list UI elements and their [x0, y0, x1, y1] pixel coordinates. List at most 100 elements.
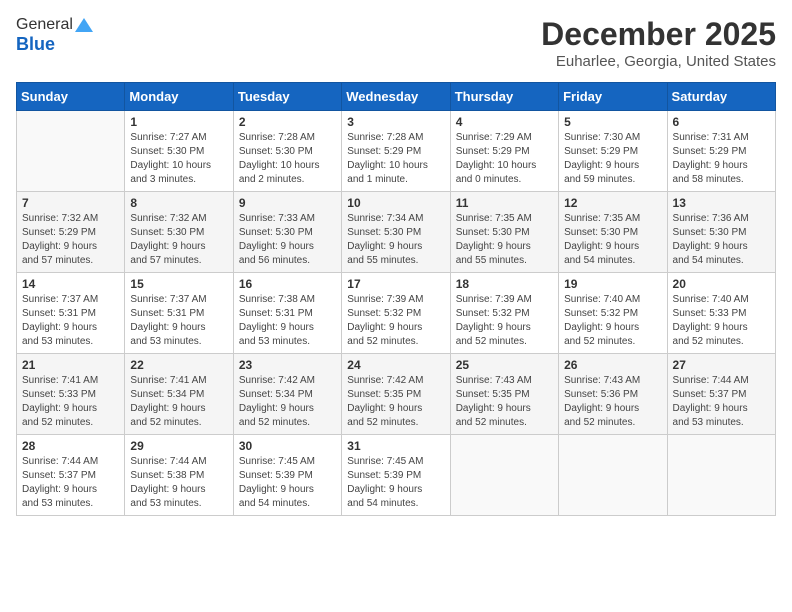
- day-info: Sunrise: 7:37 AMSunset: 5:31 PMDaylight:…: [22, 293, 119, 349]
- calendar-day-cell: 31 Sunrise: 7:45 AMSunset: 5:39 PMDayligh…: [342, 435, 450, 516]
- calendar-day-cell: 17Sunrise: 7:39 AMSunset: 5:32 PMDayligh…: [342, 273, 450, 354]
- calendar-day-cell: 22 Sunrise: 7:41 AMSunset: 5:34 PMDayligh…: [125, 354, 233, 435]
- calendar-day-cell: 20 Sunrise: 7:40 AMSunset: 5:33 PMDayligh…: [667, 273, 775, 354]
- day-number: 22: [130, 358, 227, 372]
- day-number: 27: [673, 358, 770, 372]
- logo: General Blue: [16, 16, 93, 55]
- day-info: Sunrise: 7:30 AMSunset: 5:29 PMDaylight:…: [564, 131, 661, 187]
- day-number: 23: [239, 358, 336, 372]
- calendar-day-cell: [667, 435, 775, 516]
- day-info: Sunrise: 7:33 AMSunset: 5:30 PMDaylight:…: [239, 212, 336, 268]
- day-info: Sunrise: 7:37 AMSunset: 5:31 PMDaylight:…: [130, 293, 227, 349]
- day-number: 20: [673, 277, 770, 291]
- day-number: 16: [239, 277, 336, 291]
- day-info: Sunrise: 7:28 AMSunset: 5:30 PMDaylight:…: [239, 131, 336, 187]
- calendar-header-row: SundayMondayTuesdayWednesdayThursdayFrid…: [17, 83, 776, 111]
- calendar-day-cell: 14 Sunrise: 7:37 AMSunset: 5:31 PMDayligh…: [17, 273, 125, 354]
- day-number: 18: [456, 277, 553, 291]
- calendar-day-cell: 6Sunrise: 7:31 AMSunset: 5:29 PMDaylight…: [667, 111, 775, 192]
- calendar-header-thursday: Thursday: [450, 83, 558, 111]
- day-number: 30: [239, 439, 336, 453]
- day-number: 15: [130, 277, 227, 291]
- calendar-header-saturday: Saturday: [667, 83, 775, 111]
- day-number: 17: [347, 277, 444, 291]
- day-number: 7: [22, 196, 119, 210]
- calendar-day-cell: 18 Sunrise: 7:39 AMSunset: 5:32 PMDayligh…: [450, 273, 558, 354]
- day-number: 2: [239, 115, 336, 129]
- calendar-day-cell: 21Sunrise: 7:41 AMSunset: 5:33 PMDayligh…: [17, 354, 125, 435]
- day-number: 3: [347, 115, 444, 129]
- day-info: Sunrise: 7:42 AMSunset: 5:35 PMDaylight:…: [347, 374, 444, 430]
- day-number: 1: [130, 115, 227, 129]
- calendar-day-cell: 13 Sunrise: 7:36 AMSunset: 5:30 PMDayligh…: [667, 192, 775, 273]
- logo-blue-text: Blue: [16, 34, 55, 55]
- location: Euharlee, Georgia, United States: [541, 53, 776, 70]
- day-info: Sunrise: 7:44 AMSunset: 5:38 PMDaylight:…: [130, 455, 227, 511]
- calendar-header-tuesday: Tuesday: [233, 83, 341, 111]
- calendar-header-monday: Monday: [125, 83, 233, 111]
- day-info: Sunrise: 7:35 AMSunset: 5:30 PMDaylight:…: [456, 212, 553, 268]
- day-number: 13: [673, 196, 770, 210]
- header: General Blue December 2025 Euharlee, Geo…: [16, 16, 776, 70]
- day-info: Sunrise: 7:44 AMSunset: 5:37 PMDaylight:…: [673, 374, 770, 430]
- calendar-day-cell: 8 Sunrise: 7:32 AMSunset: 5:30 PMDaylight…: [125, 192, 233, 273]
- calendar-day-cell: 3 Sunrise: 7:28 AMSunset: 5:29 PMDaylight…: [342, 111, 450, 192]
- day-info: Sunrise: 7:35 AMSunset: 5:30 PMDaylight:…: [564, 212, 661, 268]
- day-info: Sunrise: 7:45 AMSunset: 5:39 PMDaylight:…: [347, 455, 444, 511]
- day-info: Sunrise: 7:44 AMSunset: 5:37 PMDaylight:…: [22, 455, 119, 511]
- calendar-day-cell: 19Sunrise: 7:40 AMSunset: 5:32 PMDayligh…: [559, 273, 667, 354]
- calendar-day-cell: 23 Sunrise: 7:42 AMSunset: 5:34 PMDayligh…: [233, 354, 341, 435]
- calendar-week-row: 28 Sunrise: 7:44 AMSunset: 5:37 PMDayligh…: [17, 435, 776, 516]
- day-number: 28: [22, 439, 119, 453]
- day-number: 9: [239, 196, 336, 210]
- calendar-day-cell: 10 Sunrise: 7:34 AMSunset: 5:30 PMDayligh…: [342, 192, 450, 273]
- calendar-day-cell: 27 Sunrise: 7:44 AMSunset: 5:37 PMDayligh…: [667, 354, 775, 435]
- calendar-day-cell: 28 Sunrise: 7:44 AMSunset: 5:37 PMDayligh…: [17, 435, 125, 516]
- calendar-day-cell: 12 Sunrise: 7:35 AMSunset: 5:30 PMDayligh…: [559, 192, 667, 273]
- day-info: Sunrise: 7:41 AMSunset: 5:33 PMDaylight:…: [22, 374, 119, 430]
- day-info: Sunrise: 7:41 AMSunset: 5:34 PMDaylight:…: [130, 374, 227, 430]
- calendar-week-row: 14 Sunrise: 7:37 AMSunset: 5:31 PMDayligh…: [17, 273, 776, 354]
- logo-arrow-icon: [75, 18, 93, 32]
- day-info: Sunrise: 7:39 AMSunset: 5:32 PMDaylight:…: [456, 293, 553, 349]
- day-number: 24: [347, 358, 444, 372]
- day-info: Sunrise: 7:29 AMSunset: 5:29 PMDaylight:…: [456, 131, 553, 187]
- calendar-day-cell: 9 Sunrise: 7:33 AMSunset: 5:30 PMDaylight…: [233, 192, 341, 273]
- day-number: 14: [22, 277, 119, 291]
- calendar-day-cell: 29Sunrise: 7:44 AMSunset: 5:38 PMDayligh…: [125, 435, 233, 516]
- calendar-header-wednesday: Wednesday: [342, 83, 450, 111]
- calendar: SundayMondayTuesdayWednesdayThursdayFrid…: [16, 82, 776, 516]
- day-info: Sunrise: 7:27 AMSunset: 5:30 PMDaylight:…: [130, 131, 227, 187]
- day-number: 8: [130, 196, 227, 210]
- day-info: Sunrise: 7:43 AMSunset: 5:36 PMDaylight:…: [564, 374, 661, 430]
- day-number: 4: [456, 115, 553, 129]
- day-number: 12: [564, 196, 661, 210]
- calendar-day-cell: [559, 435, 667, 516]
- calendar-day-cell: 26 Sunrise: 7:43 AMSunset: 5:36 PMDayligh…: [559, 354, 667, 435]
- day-info: Sunrise: 7:38 AMSunset: 5:31 PMDaylight:…: [239, 293, 336, 349]
- month-title: December 2025: [541, 16, 776, 53]
- day-info: Sunrise: 7:40 AMSunset: 5:32 PMDaylight:…: [564, 293, 661, 349]
- day-number: 11: [456, 196, 553, 210]
- calendar-header-sunday: Sunday: [17, 83, 125, 111]
- calendar-day-cell: 24 Sunrise: 7:42 AMSunset: 5:35 PMDayligh…: [342, 354, 450, 435]
- day-info: Sunrise: 7:32 AMSunset: 5:29 PMDaylight:…: [22, 212, 119, 268]
- calendar-day-cell: [450, 435, 558, 516]
- day-info: Sunrise: 7:34 AMSunset: 5:30 PMDaylight:…: [347, 212, 444, 268]
- day-number: 10: [347, 196, 444, 210]
- day-number: 31: [347, 439, 444, 453]
- calendar-day-cell: 11 Sunrise: 7:35 AMSunset: 5:30 PMDayligh…: [450, 192, 558, 273]
- day-info: Sunrise: 7:43 AMSunset: 5:35 PMDaylight:…: [456, 374, 553, 430]
- day-info: Sunrise: 7:42 AMSunset: 5:34 PMDaylight:…: [239, 374, 336, 430]
- logo-general-text: General: [16, 16, 73, 34]
- calendar-week-row: 7 Sunrise: 7:32 AMSunset: 5:29 PMDaylight…: [17, 192, 776, 273]
- day-info: Sunrise: 7:36 AMSunset: 5:30 PMDaylight:…: [673, 212, 770, 268]
- calendar-day-cell: 2 Sunrise: 7:28 AMSunset: 5:30 PMDaylight…: [233, 111, 341, 192]
- calendar-day-cell: 5Sunrise: 7:30 AMSunset: 5:29 PMDaylight…: [559, 111, 667, 192]
- day-number: 26: [564, 358, 661, 372]
- day-number: 6: [673, 115, 770, 129]
- calendar-day-cell: 15 Sunrise: 7:37 AMSunset: 5:31 PMDayligh…: [125, 273, 233, 354]
- day-info: Sunrise: 7:32 AMSunset: 5:30 PMDaylight:…: [130, 212, 227, 268]
- day-info: Sunrise: 7:28 AMSunset: 5:29 PMDaylight:…: [347, 131, 444, 187]
- day-info: Sunrise: 7:40 AMSunset: 5:33 PMDaylight:…: [673, 293, 770, 349]
